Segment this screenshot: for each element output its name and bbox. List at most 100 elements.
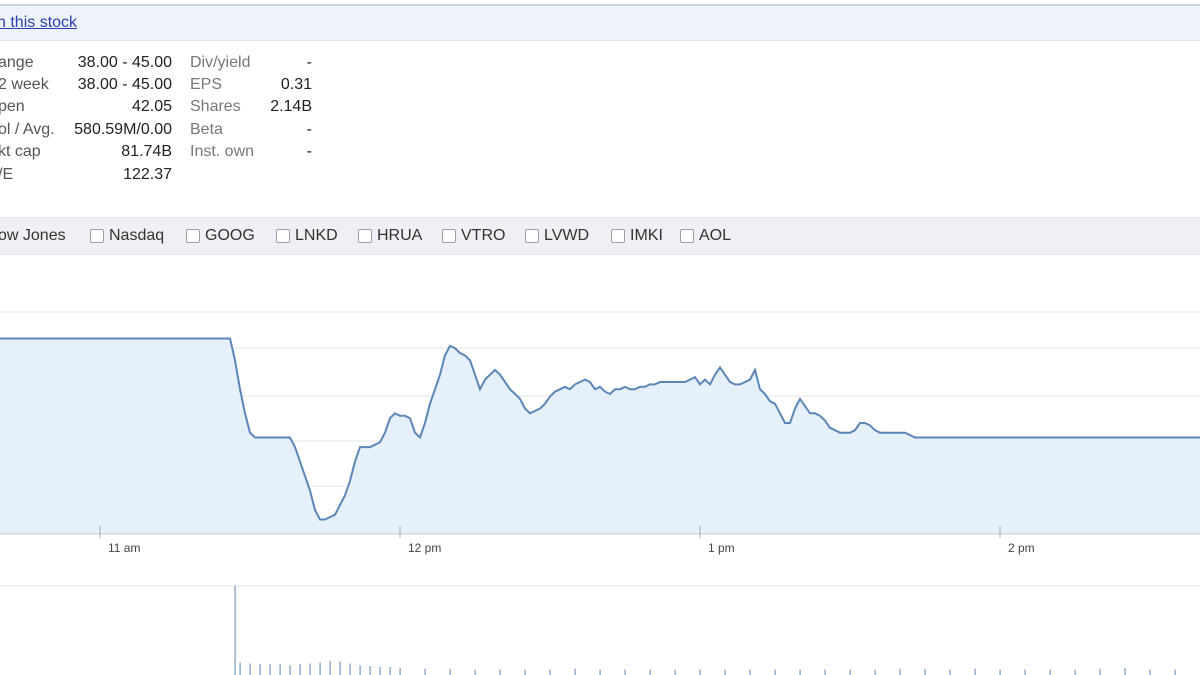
stat-label: Shares (190, 98, 241, 115)
volume-bar (339, 661, 341, 675)
watch-stock-link[interactable]: h this stock (0, 14, 77, 32)
stat-label: kt cap (0, 143, 41, 160)
compare-label: ow Jones (0, 227, 66, 244)
checkbox-icon[interactable] (186, 229, 200, 243)
checkbox-icon[interactable] (680, 229, 694, 243)
compare-goog[interactable]: GOOG (186, 227, 255, 245)
stat-value: - (306, 143, 312, 160)
compare-dow-jones[interactable]: ow Jones (0, 227, 66, 245)
stat-label: Div/yield (190, 54, 251, 71)
stat-value: 81.74B (121, 143, 172, 160)
volume-bar (319, 662, 321, 675)
volume-bar (369, 666, 371, 675)
volume-bar (424, 668, 426, 675)
volume-bar (949, 669, 951, 675)
volume-bar (1074, 669, 1076, 675)
x-tick-label: 1 pm (708, 541, 735, 555)
stat-value: 122.37 (123, 166, 172, 183)
watch-bar: h this stock (0, 6, 1200, 41)
volume-bar (1099, 668, 1101, 675)
volume-bar (279, 664, 281, 675)
volume-bar (259, 664, 261, 675)
compare-label: HRUA (377, 227, 423, 244)
volume-bar (674, 669, 676, 675)
stat-label: ange (0, 54, 34, 71)
compare-nasdaq[interactable]: Nasdaq (90, 227, 164, 245)
checkbox-icon[interactable] (525, 229, 539, 243)
volume-bar (999, 669, 1001, 675)
compare-label: IMKI (630, 227, 663, 244)
volume-bar (309, 663, 311, 675)
volume-bar (499, 669, 501, 675)
volume-bar (649, 669, 651, 675)
compare-imki[interactable]: IMKI (611, 227, 663, 245)
volume-bar (249, 663, 251, 675)
checkbox-icon[interactable] (276, 229, 290, 243)
volume-bar (399, 667, 401, 675)
compare-label: AOL (699, 227, 732, 244)
stat-value: 2.14B (270, 98, 312, 115)
compare-label: VTRO (461, 227, 506, 244)
volume-bar (724, 669, 726, 675)
volume-bar (824, 669, 826, 675)
price-area-fill (0, 338, 1200, 534)
stat-label: /E (0, 166, 14, 183)
volume-bar (849, 669, 851, 675)
compare-bar: ow Jones Nasdaq GOOG LNKD HRUA VTRO LVWD… (0, 217, 1200, 255)
volume-bar (799, 669, 801, 675)
x-tick-label: 2 pm (1008, 541, 1035, 555)
volume-bar (524, 669, 526, 675)
volume-bar (359, 665, 361, 675)
x-tick-label: 11 am (108, 541, 140, 555)
checkbox-icon[interactable] (442, 229, 456, 243)
volume-bar (1174, 669, 1176, 675)
volume-bar (299, 664, 301, 675)
volume-bar (574, 668, 576, 675)
price-chart[interactable]: 11 am 12 pm 1 pm 2 pm (0, 300, 1200, 560)
volume-chart (0, 585, 1200, 675)
checkbox-icon[interactable] (611, 229, 625, 243)
volume-bar (1149, 669, 1151, 675)
volume-bar (1124, 667, 1126, 675)
x-tick-label: 12 pm (408, 541, 441, 555)
volume-bar (874, 669, 876, 675)
stat-label: EPS (190, 76, 223, 93)
volume-bar (239, 662, 241, 675)
stat-value: - (306, 54, 312, 71)
stat-value: 38.00 - 45.00 (77, 54, 172, 71)
volume-bar (389, 667, 391, 675)
compare-label: LVWD (544, 227, 590, 244)
volume-bar (549, 669, 551, 675)
volume-bar (924, 668, 926, 675)
volume-bar (269, 664, 271, 675)
stat-value: 42.05 (131, 98, 172, 115)
checkbox-icon[interactable] (90, 229, 104, 243)
compare-lnkd[interactable]: LNKD (276, 227, 338, 245)
stat-value: - (306, 121, 312, 138)
volume-bar (449, 668, 451, 675)
volume-bar (899, 668, 901, 675)
volume-bar (474, 669, 476, 675)
compare-lvwd[interactable]: LVWD (525, 227, 589, 245)
volume-bar (379, 667, 381, 675)
compare-vtro[interactable]: VTRO (442, 227, 505, 245)
stat-label: Beta (190, 121, 223, 138)
stat-value: 38.00 - 45.00 (77, 76, 172, 93)
volume-bar (699, 669, 701, 675)
stat-label: pen (0, 98, 25, 115)
volume-bar (1024, 669, 1026, 675)
volume-bar (234, 586, 236, 675)
volume-bar (624, 669, 626, 675)
volume-bar (599, 669, 601, 675)
volume-bar (1049, 669, 1051, 675)
checkbox-icon[interactable] (358, 229, 372, 243)
volume-bars (234, 586, 1176, 675)
volume-bar (974, 668, 976, 675)
volume-bar (289, 665, 291, 675)
compare-hrua[interactable]: HRUA (358, 227, 422, 245)
compare-label: GOOG (205, 227, 255, 244)
volume-bar (749, 669, 751, 675)
compare-label: Nasdaq (109, 227, 165, 244)
stat-value: 0.31 (280, 76, 312, 93)
compare-aol[interactable]: AOL (680, 227, 731, 245)
